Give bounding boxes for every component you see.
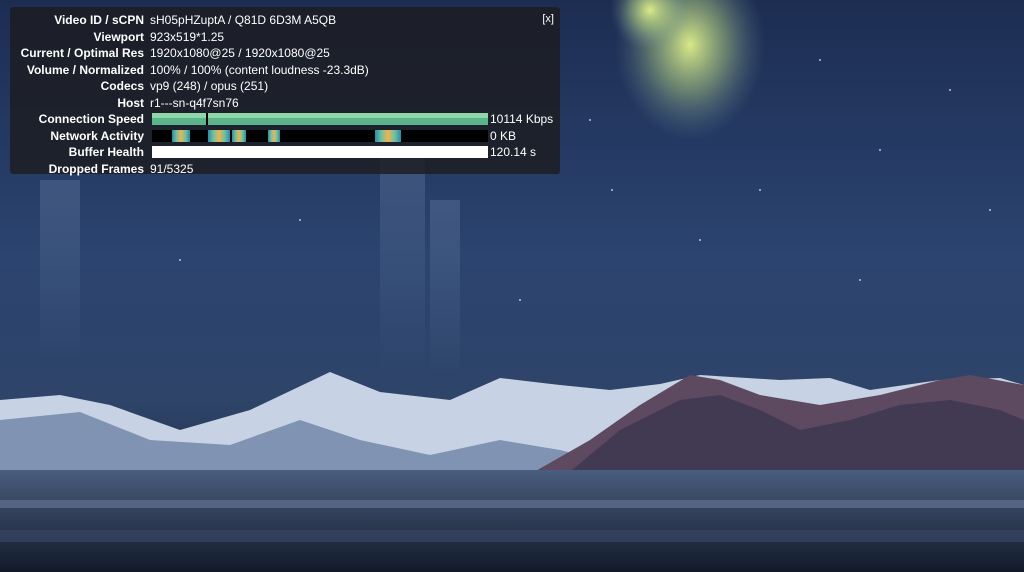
stat-row-network-activity: Network Activity 0 KB xyxy=(10,128,560,145)
stat-row-resolution: Current / Optimal Res 1920x1080@25 / 192… xyxy=(10,45,560,62)
stat-value: vp9 (248) / opus (251) xyxy=(150,79,269,93)
stat-label: Host xyxy=(117,95,144,110)
stat-row-dropped-frames: Dropped Frames 91/5325 xyxy=(10,161,560,178)
connection-speed-bar xyxy=(152,113,488,125)
buffer-health-bar xyxy=(152,146,488,158)
connection-speed-bar-fill xyxy=(152,113,488,125)
stat-label: Buffer Health xyxy=(68,145,144,159)
stat-value: sH05pHZuptA / Q81D 6D3M A5QB xyxy=(150,13,337,27)
stats-for-nerds-overlay: [x] Video ID / sCPN sH05pHZuptA / Q81D 6… xyxy=(10,7,560,176)
stat-label: Connection Speed xyxy=(38,112,144,126)
stat-label: Video ID / sCPN xyxy=(54,13,144,27)
network-activity-bar xyxy=(152,129,488,142)
stat-row-host: Host r1---sn-q4f7sn76 xyxy=(10,95,560,112)
stat-value: 923x519*1.25 xyxy=(150,29,225,44)
stat-value: 120.14 s xyxy=(490,145,537,159)
stat-value: r1---sn-q4f7sn76 xyxy=(150,95,239,110)
stat-row-codecs: Codecs vp9 (248) / opus (251) xyxy=(10,78,560,95)
stat-value: 10114 Kbps xyxy=(490,112,554,126)
network-activity-spike xyxy=(232,129,246,142)
network-activity-spike xyxy=(268,129,280,142)
stat-row-buffer-health: Buffer Health 120.14 s xyxy=(10,144,560,161)
stat-label: Volume / Normalized xyxy=(26,62,144,77)
stat-value: 100% / 100% (content loudness -23.3dB) xyxy=(150,62,369,77)
stat-label: Network Activity xyxy=(50,128,144,143)
stat-row-volume: Volume / Normalized 100% / 100% (content… xyxy=(10,62,560,79)
stat-label: Viewport xyxy=(93,29,144,44)
network-activity-spike xyxy=(172,129,190,142)
stat-label: Current / Optimal Res xyxy=(20,46,144,60)
stat-value: 1920x1080@25 / 1920x1080@25 xyxy=(150,46,330,60)
network-activity-spike xyxy=(208,129,230,142)
stat-label: Dropped Frames xyxy=(48,161,144,176)
stat-value: 0 KB xyxy=(490,128,517,143)
network-activity-spike xyxy=(375,129,401,142)
stat-row-viewport: Viewport 923x519*1.25 xyxy=(10,29,560,46)
stat-row-video-id: Video ID / sCPN sH05pHZuptA / Q81D 6D3M … xyxy=(10,12,560,29)
buffer-health-bar-fill xyxy=(152,146,488,158)
stat-value: 91/5325 xyxy=(150,161,194,176)
stat-label: Codecs xyxy=(100,79,144,93)
bar-gap xyxy=(206,113,208,125)
stat-row-connection-speed: Connection Speed 10114 Kbps xyxy=(10,111,560,128)
